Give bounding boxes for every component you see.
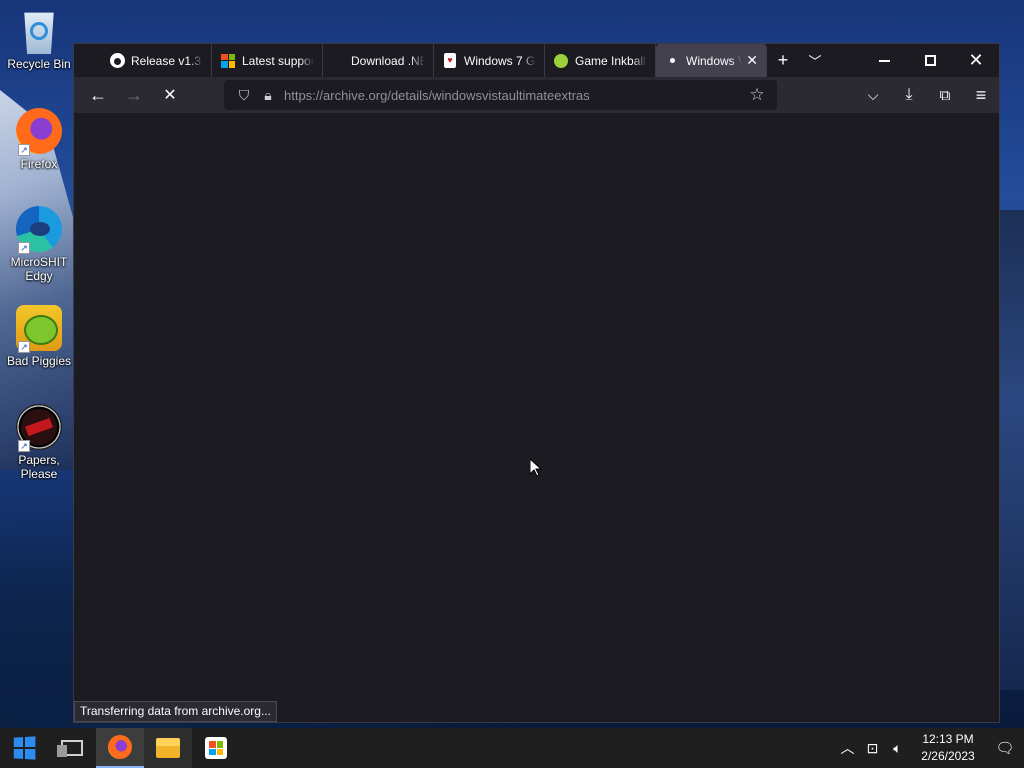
desktop-icon-recycle-bin[interactable]: Recycle Bin (2, 8, 76, 71)
tab-windows-vista[interactable]: Windows Vista ✕ (656, 44, 767, 77)
card-icon: ♥ (442, 53, 458, 69)
shortcut-arrow-icon: ↗ (18, 440, 30, 452)
download-icon: ⤓ (905, 86, 913, 103)
page-content[interactable]: Transferring data from archive.org... (74, 113, 999, 722)
loading-dot-icon (664, 53, 680, 69)
shield-icon[interactable]: ⛉ (232, 83, 256, 107)
desktop-icon-papers-please[interactable]: ↗ Papers, Please (2, 404, 76, 481)
desktop-icon-edge[interactable]: ↗ MicroSHIT Edgy (2, 206, 76, 283)
extensions-button[interactable]: ⧉ (927, 79, 963, 111)
forward-button[interactable]: → (116, 79, 152, 111)
taskbar-firefox[interactable] (96, 728, 144, 768)
microsoft-icon (220, 53, 236, 69)
puzzle-icon: ⧉ (939, 86, 951, 104)
tab-label: Game Inkball (575, 53, 646, 68)
shortcut-arrow-icon: ↗ (18, 341, 30, 353)
close-icon: ✕ (163, 87, 177, 104)
chevron-up-icon: ︿ (840, 740, 855, 756)
minimize-icon (878, 59, 890, 62)
tab-label: Windows Vista (686, 53, 742, 68)
arrow-right-icon: → (125, 84, 143, 105)
firefox-icon: ↗ (16, 108, 62, 156)
close-tab-icon[interactable]: ✕ (746, 52, 758, 69)
task-view-button[interactable] (48, 728, 96, 768)
notification-icon: 🗨︎ (995, 740, 1015, 757)
mouse-cursor-icon (530, 459, 542, 477)
clock[interactable]: 12:13 PM 2/26/2023 (910, 731, 986, 765)
pocket-icon: ⌵ (867, 86, 879, 103)
desktop-icon-label: Firefox (20, 157, 58, 171)
maximize-button[interactable] (907, 44, 953, 77)
desktop-icon-label: MicroSHIT Edgy (10, 255, 68, 283)
windows-logo-icon (13, 736, 36, 760)
clock-date: 2/26/2023 (921, 749, 975, 763)
edge-icon: ↗ (16, 206, 62, 254)
tab-label: Release v1.3.0 (131, 53, 203, 68)
network-icon[interactable]: ⊡ (860, 728, 885, 768)
close-icon: ✕ (968, 50, 984, 70)
taskbar-file-explorer[interactable] (144, 728, 192, 768)
firefox-icon (108, 735, 132, 759)
taskbar-store[interactable] (192, 728, 240, 768)
android-icon (553, 53, 569, 69)
tab-label: Windows 7 Games (464, 53, 536, 68)
desktop-icon-label: Papers, Please (18, 453, 60, 481)
minimize-button[interactable] (861, 44, 907, 77)
tab-windows-7-games[interactable]: ♥ Windows 7 Games (434, 44, 545, 77)
plus-icon: + (777, 50, 789, 70)
taskbar: ︿ ⊡ 🔈︎ 12:13 PM 2/26/2023 🗨︎ (0, 728, 1024, 768)
shortcut-arrow-icon: ↗ (18, 242, 30, 254)
pocket-button[interactable]: ⌵ (855, 79, 891, 111)
github-icon (109, 53, 125, 69)
url-bar[interactable]: ⛉ 🔒︎ ☆ (224, 80, 777, 110)
maximize-icon (924, 55, 936, 66)
tab-download-net[interactable]: Download .NET (323, 44, 434, 77)
desktop-icon-bad-piggies[interactable]: ↗ Bad Piggies (2, 305, 76, 368)
browser-window: Release v1.3.0 Latest supported Download… (73, 43, 1000, 723)
tab-label: Download .NET (351, 53, 425, 68)
show-hidden-icons-button[interactable]: ︿ (835, 728, 860, 768)
arrow-left-icon: ← (89, 84, 107, 105)
stop-loading-button[interactable]: ✕ (152, 79, 188, 111)
clock-time: 12:13 PM (922, 732, 974, 746)
downloads-button[interactable]: ⤓ (891, 79, 927, 111)
close-window-button[interactable]: ✕ (953, 44, 999, 77)
desktop-wallpaper-mountain-right (998, 210, 1024, 690)
url-input[interactable] (284, 87, 745, 103)
desktop-icon-label: Recycle Bin (7, 57, 71, 71)
status-bar: Transferring data from archive.org... (74, 701, 277, 722)
hamburger-menu-icon: ≡ (975, 84, 987, 105)
new-tab-button[interactable]: + (767, 44, 799, 77)
papers-please-icon: ↗ (16, 404, 62, 452)
store-icon (205, 737, 227, 759)
chevron-down-icon: ﹀ (808, 54, 822, 69)
start-button[interactable] (0, 728, 48, 768)
recycle-bin-icon (24, 12, 54, 54)
navigation-toolbar: ← → ✕ ⛉ 🔒︎ ☆ ⌵ ⤓ ⧉ ≡ (74, 77, 999, 113)
shortcut-arrow-icon: ↗ (18, 144, 30, 156)
system-tray: ︿ ⊡ 🔈︎ 12:13 PM 2/26/2023 🗨︎ (835, 728, 1024, 768)
folder-icon (156, 738, 180, 758)
tab-label: Latest supported (242, 53, 314, 68)
bad-piggies-icon: ↗ (16, 305, 62, 353)
volume-muted-icon[interactable]: 🔈︎ (885, 728, 910, 768)
app-menu-button[interactable]: ≡ (963, 79, 999, 111)
tab-bar: Release v1.3.0 Latest supported Download… (74, 44, 999, 77)
back-button[interactable]: ← (80, 79, 116, 111)
list-all-tabs-button[interactable]: ﹀ (799, 44, 831, 77)
notifications-button[interactable]: 🗨︎ (986, 728, 1024, 768)
tab-latest-supported[interactable]: Latest supported (212, 44, 323, 77)
tab-release[interactable]: Release v1.3.0 (101, 44, 212, 77)
task-view-icon (57, 740, 83, 757)
tab-game-inkball[interactable]: Game Inkball (545, 44, 656, 77)
lock-icon[interactable]: 🔒︎ (256, 83, 280, 107)
desktop-icon-label: Bad Piggies (6, 354, 72, 368)
desktop-icon-firefox[interactable]: ↗ Firefox (2, 108, 76, 171)
star-bookmark-icon[interactable]: ☆ (745, 83, 769, 107)
